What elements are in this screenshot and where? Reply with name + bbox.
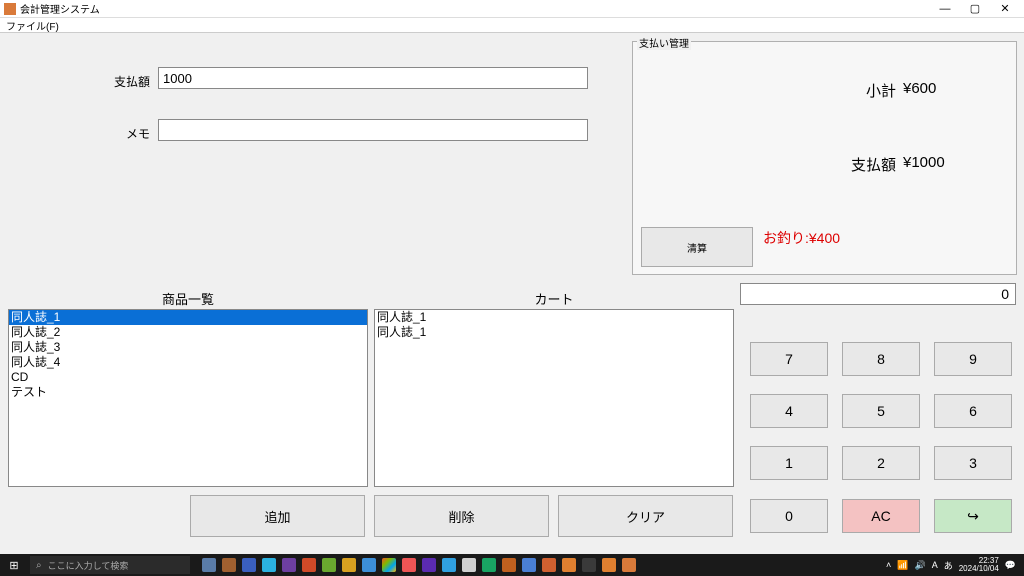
key-4[interactable]: 4 <box>750 394 828 428</box>
list-item[interactable]: 同人誌_3 <box>9 340 367 355</box>
titlebar: 会計管理システム — ▢ ✕ <box>0 0 1024 18</box>
memo-label: メモ <box>90 125 150 142</box>
taskbar-icon[interactable] <box>422 558 436 572</box>
subtotal-value: ¥600 <box>903 80 936 97</box>
key-6[interactable]: 6 <box>934 394 1012 428</box>
taskbar-icon[interactable] <box>602 558 616 572</box>
taskbar-icon[interactable] <box>202 558 216 572</box>
calc-display: 0 <box>740 283 1016 305</box>
key-2[interactable]: 2 <box>842 446 920 480</box>
taskbar-icon[interactable] <box>402 558 416 572</box>
pay-amount-label: 支払額 <box>90 73 150 90</box>
taskbar-icon[interactable] <box>362 558 376 572</box>
taskbar-icon[interactable] <box>302 558 316 572</box>
tray-overflow-icon[interactable]: ˄ <box>886 560 891 570</box>
menubar: ファイル(F) <box>0 18 1024 33</box>
delete-button[interactable]: 削除 <box>374 495 549 537</box>
key-ac[interactable]: AC <box>842 499 920 533</box>
close-button[interactable]: ✕ <box>990 2 1020 15</box>
taskbar-icon[interactable] <box>282 558 296 572</box>
list-item[interactable]: 同人誌_1 <box>375 310 733 325</box>
tray-notification-icon[interactable]: 💬 <box>1005 560 1016 571</box>
taskbar-icon[interactable] <box>262 558 276 572</box>
settle-button[interactable]: 清算 <box>641 227 753 267</box>
taskbar-app-icons <box>202 558 636 572</box>
subtotal-label: 小計 <box>866 80 896 101</box>
taskbar-icon[interactable] <box>222 558 236 572</box>
list-item[interactable]: CD <box>9 370 367 385</box>
start-button[interactable]: ⊞ <box>0 559 28 572</box>
change-value: お釣り:¥400 <box>763 228 840 248</box>
maximize-button[interactable]: ▢ <box>960 2 990 15</box>
taskbar-icon[interactable] <box>562 558 576 572</box>
key-0[interactable]: 0 <box>750 499 828 533</box>
key-7[interactable]: 7 <box>750 342 828 376</box>
taskbar-icon[interactable] <box>242 558 256 572</box>
tray-clock[interactable]: 22:37 2024/10/04 <box>959 557 999 573</box>
clear-button[interactable]: クリア <box>558 495 733 537</box>
list-item[interactable]: 同人誌_2 <box>9 325 367 340</box>
taskbar-icon[interactable] <box>442 558 456 572</box>
key-1[interactable]: 1 <box>750 446 828 480</box>
client-area: 支払額 メモ 支払い管理 小計 ¥600 支払額 ¥1000 清算 お釣り:¥4… <box>0 33 1024 554</box>
list-item[interactable]: 同人誌_4 <box>9 355 367 370</box>
key-8[interactable]: 8 <box>842 342 920 376</box>
pay-amount-input[interactable] <box>158 67 588 89</box>
taskbar-icon[interactable] <box>322 558 336 572</box>
tray-network-icon[interactable]: 📶 <box>897 560 908 571</box>
taskbar-icon[interactable] <box>482 558 496 572</box>
tray-a-icon[interactable]: A <box>932 560 938 570</box>
system-tray: ˄ 📶 🔊 A あ 22:37 2024/10/04 💬 <box>886 557 1024 573</box>
taskbar-icon[interactable] <box>462 558 476 572</box>
list-item[interactable]: 同人誌_1 <box>375 325 733 340</box>
window-title: 会計管理システム <box>20 1 100 16</box>
key-9[interactable]: 9 <box>934 342 1012 376</box>
tray-ime-icon[interactable]: あ <box>944 559 953 572</box>
taskbar-search[interactable]: ⌕ ここに入力して検索 <box>30 556 190 574</box>
products-header: 商品一覧 <box>8 289 368 308</box>
memo-input[interactable] <box>158 119 588 141</box>
products-listbox[interactable]: 同人誌_1同人誌_2同人誌_3同人誌_4CDテスト <box>8 309 368 487</box>
taskbar-icon[interactable] <box>522 558 536 572</box>
cart-listbox[interactable]: 同人誌_1同人誌_1 <box>374 309 734 487</box>
groupbox-legend: 支払い管理 <box>637 35 691 50</box>
key-3[interactable]: 3 <box>934 446 1012 480</box>
search-placeholder: ここに入力して検索 <box>48 559 129 572</box>
cart-header: カート <box>374 289 734 308</box>
list-item[interactable]: テスト <box>9 385 367 400</box>
taskbar-icon[interactable] <box>582 558 596 572</box>
taskbar-icon[interactable] <box>382 558 396 572</box>
minimize-button[interactable]: — <box>930 3 960 15</box>
search-icon: ⌕ <box>36 560 42 571</box>
taskbar-icon[interactable] <box>542 558 556 572</box>
app-icon <box>4 3 16 15</box>
paid-value: ¥1000 <box>903 154 945 171</box>
menu-file[interactable]: ファイル(F) <box>6 18 59 33</box>
taskbar: ⊞ ⌕ ここに入力して検索 ˄ 📶 🔊 A あ 22:37 <box>0 554 1024 576</box>
key-5[interactable]: 5 <box>842 394 920 428</box>
taskbar-icon[interactable] <box>502 558 516 572</box>
tray-volume-icon[interactable]: 🔊 <box>914 560 925 571</box>
taskbar-icon[interactable] <box>342 558 356 572</box>
add-button[interactable]: 追加 <box>190 495 365 537</box>
payment-groupbox: 支払い管理 小計 ¥600 支払額 ¥1000 清算 お釣り:¥400 <box>632 41 1017 275</box>
taskbar-icon[interactable] <box>622 558 636 572</box>
key-enter[interactable]: ↪ <box>934 499 1012 533</box>
paid-label: 支払額 <box>851 154 896 175</box>
list-item[interactable]: 同人誌_1 <box>9 310 367 325</box>
